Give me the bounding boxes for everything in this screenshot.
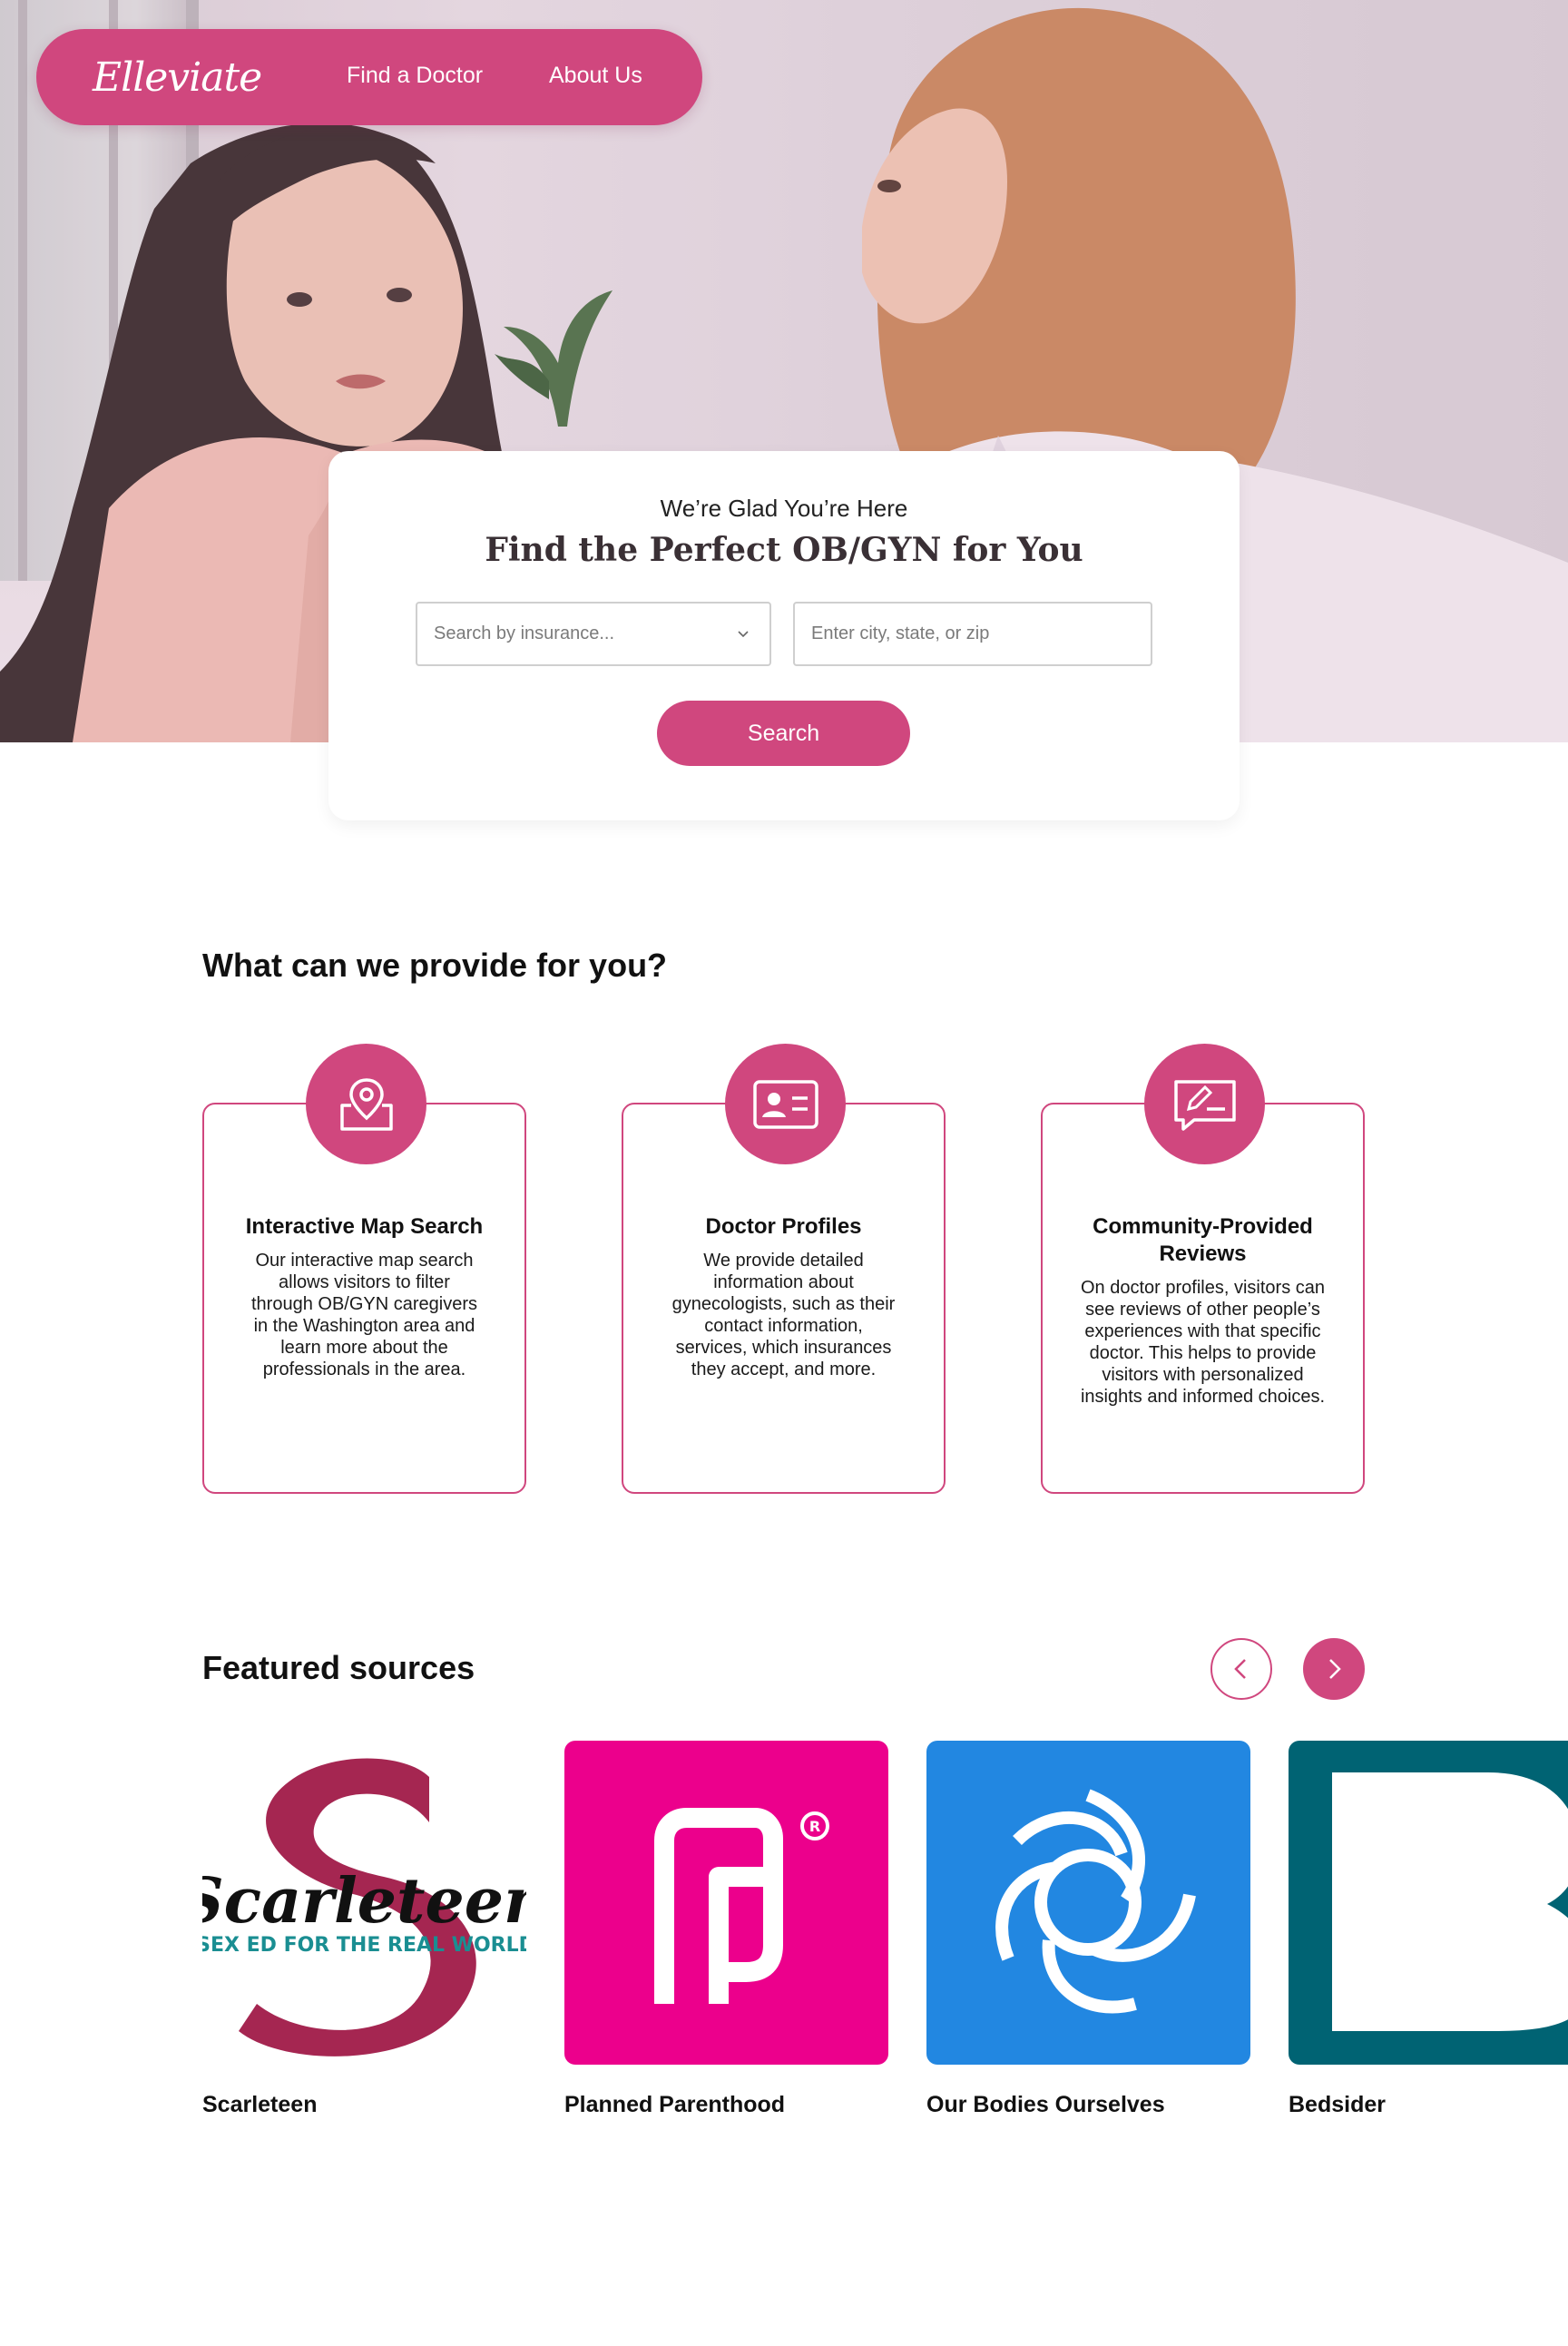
feature-title: Doctor Profiles xyxy=(705,1214,862,1239)
feature-title: Community-Provided Reviews xyxy=(1093,1214,1313,1266)
search-kicker: We’re Glad You’re Here xyxy=(660,495,908,522)
bedsider-logo-graphic xyxy=(1332,1772,1568,2031)
brand-logo[interactable]: Elleviate xyxy=(93,54,262,101)
feature-icon-circle xyxy=(725,1044,846,1164)
feature-icon-circle xyxy=(1144,1044,1265,1164)
chevron-right-icon xyxy=(1329,1659,1341,1679)
search-card: We’re Glad You’re Here Find the Perfect … xyxy=(328,451,1240,820)
our-bodies-ourselves-logo-graphic xyxy=(995,1789,1196,2014)
scarleteen-logo-graphic: Scarleteen SEX ED FOR THE REAL WORLD xyxy=(202,1758,526,2056)
search-headline: Find the Perfect OB/GYN for You xyxy=(485,531,1083,569)
provide-section-title: What can we provide for you? xyxy=(202,947,668,984)
review-edit-icon xyxy=(1173,1079,1236,1131)
search-button[interactable]: Search xyxy=(657,701,910,766)
carousel-prev-button[interactable] xyxy=(1210,1638,1272,1700)
planned-parenthood-logo-graphic: R xyxy=(654,1808,829,2004)
location-input[interactable]: Enter city, state, or zip xyxy=(793,602,1152,666)
chevron-down-icon xyxy=(738,631,749,638)
nav-link-find-a-doctor[interactable]: Find a Doctor xyxy=(347,63,483,89)
nav-link-about-us[interactable]: About Us xyxy=(549,63,642,89)
top-nav: Elleviate Find a Doctor About Us xyxy=(36,29,702,125)
feature-icon-circle xyxy=(306,1044,426,1164)
source-card-scarleteen[interactable]: Scarleteen SEX ED FOR THE REAL WORLD Sca… xyxy=(202,1741,526,2118)
feature-title: Interactive Map Search xyxy=(245,1214,484,1239)
carousel-next-button[interactable] xyxy=(1303,1638,1365,1700)
source-card-planned-parenthood[interactable]: R Planned Parenthood xyxy=(564,1741,888,2118)
feature-description: Our interactive map search allows visito… xyxy=(251,1251,477,1379)
bedsider-logo xyxy=(1289,1741,1568,2065)
source-name: Bedsider xyxy=(1289,2092,1386,2117)
insurance-select[interactable]: Search by insurance... xyxy=(416,602,771,666)
id-card-icon xyxy=(752,1079,818,1129)
source-name: Scarleteen xyxy=(202,2092,318,2117)
feature-description: We provide detailed information about gy… xyxy=(671,1251,896,1379)
feature-card-map-search: Interactive Map Search Our interactive m… xyxy=(202,1044,526,1494)
planned-parenthood-logo: R xyxy=(564,1741,888,2065)
map-pin-icon xyxy=(339,1077,393,1131)
scarleteen-tagline: SEX ED FOR THE REAL WORLD xyxy=(202,1934,526,1957)
chevron-left-icon xyxy=(1234,1659,1246,1679)
source-card-bedsider[interactable]: Bedsider xyxy=(1289,1741,1568,2118)
insurance-select-placeholder: Search by insurance... xyxy=(434,623,614,643)
featured-section-title: Featured sources xyxy=(202,1649,475,1686)
feature-card-community-reviews: Community-Provided Reviews On doctor pro… xyxy=(1041,1044,1365,1494)
scarleteen-logo-text: Scarleteen xyxy=(202,1865,526,1938)
svg-text:R: R xyxy=(809,1818,820,1835)
source-name: Our Bodies Ourselves xyxy=(926,2092,1165,2117)
source-name: Planned Parenthood xyxy=(564,2092,786,2117)
feature-description: On doctor profiles, visitors can see rev… xyxy=(1080,1278,1326,1407)
feature-card-doctor-profiles: Doctor Profiles We provide detailed info… xyxy=(622,1044,946,1494)
scarleteen-logo: Scarleteen SEX ED FOR THE REAL WORLD xyxy=(202,1741,526,2065)
location-input-placeholder: Enter city, state, or zip xyxy=(811,623,990,643)
our-bodies-ourselves-logo xyxy=(926,1741,1250,2065)
source-card-our-bodies-ourselves[interactable]: Our Bodies Ourselves xyxy=(926,1741,1250,2118)
